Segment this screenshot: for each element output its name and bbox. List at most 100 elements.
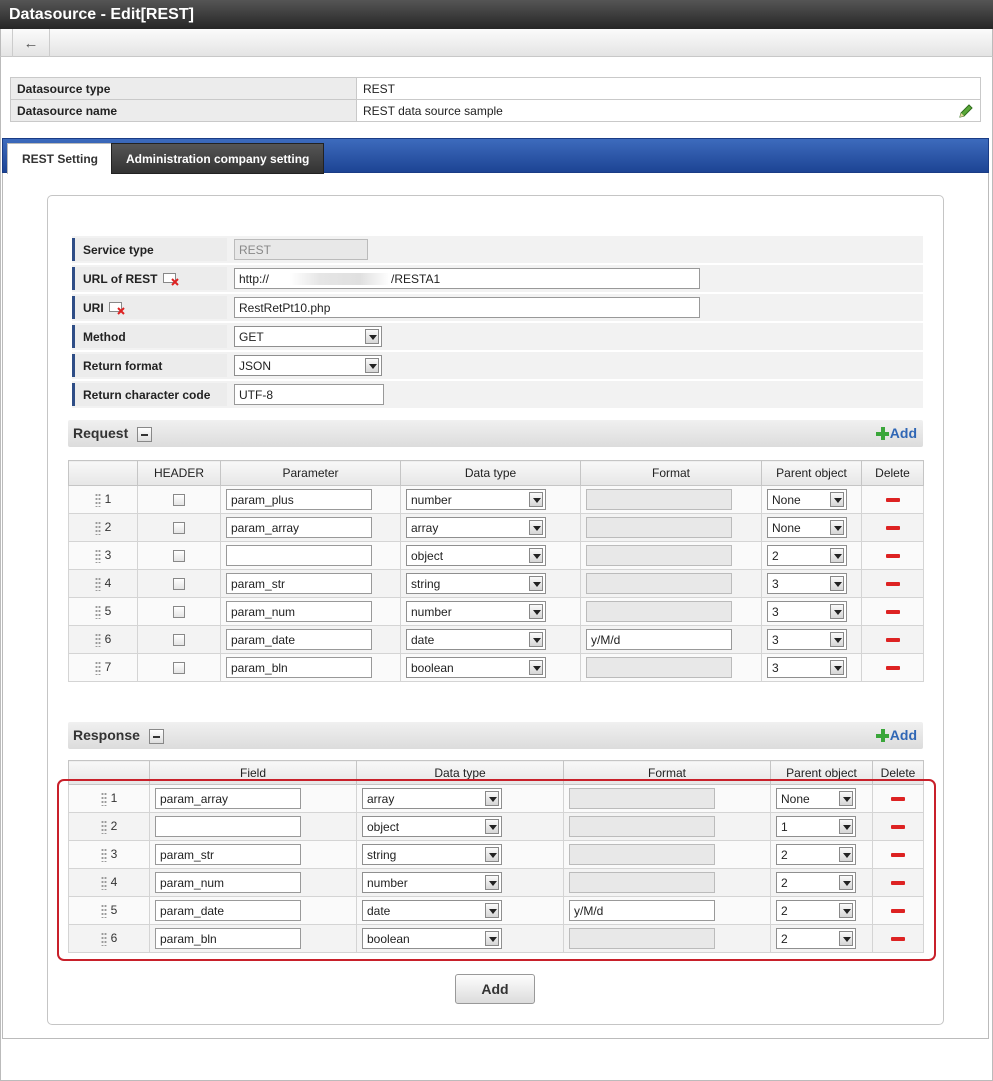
add-button[interactable]: Add (455, 974, 535, 1004)
header-checkbox[interactable] (173, 633, 185, 646)
row-handle[interactable]: 4 (68, 868, 150, 897)
data-type-select[interactable]: array (406, 517, 546, 538)
row-handle[interactable]: 1 (68, 485, 138, 514)
drag-handle-icon[interactable] (100, 847, 107, 862)
uri-input[interactable]: RestRetPt10.php (234, 297, 700, 318)
parameter-input[interactable]: param_array (226, 517, 372, 538)
parent-object-select[interactable]: 3 (767, 573, 847, 594)
format-input[interactable]: y/M/d (569, 900, 715, 921)
parent-object-select[interactable]: 2 (776, 872, 856, 893)
field-input[interactable]: param_str (155, 844, 301, 865)
charset-input[interactable]: UTF-8 (234, 384, 384, 405)
parent-object-select[interactable]: 1 (776, 816, 856, 837)
minus-icon[interactable] (885, 609, 900, 614)
collapse-request-button[interactable] (137, 427, 152, 442)
minus-icon[interactable] (891, 880, 905, 885)
parent-object-select[interactable]: 2 (767, 545, 847, 566)
row-handle[interactable]: 1 (68, 784, 150, 813)
parameter-input[interactable]: param_plus (226, 489, 372, 510)
return-format-select[interactable]: JSON (234, 355, 382, 376)
data-type-select[interactable]: date (406, 629, 546, 650)
data-type-select[interactable]: array (362, 788, 502, 809)
drag-handle-icon[interactable] (94, 576, 101, 591)
parent-object-select[interactable]: 3 (767, 629, 847, 650)
drag-handle-icon[interactable] (100, 903, 107, 918)
format-input[interactable]: y/M/d (586, 629, 732, 650)
parent-object-select[interactable]: None (776, 788, 856, 809)
row-handle[interactable]: 2 (68, 513, 138, 542)
drag-handle-icon[interactable] (100, 875, 107, 890)
minus-icon[interactable] (891, 936, 905, 941)
back-button[interactable]: ← (12, 29, 50, 57)
parent-object-select[interactable]: 2 (776, 900, 856, 921)
url-input[interactable]: http:// /RESTA1 (234, 268, 700, 289)
data-type-select[interactable]: boolean (362, 928, 502, 949)
parameter-input[interactable]: param_bln (226, 657, 372, 678)
parent-object-select[interactable]: 2 (776, 928, 856, 949)
drag-handle-icon[interactable] (94, 660, 101, 675)
data-type-select[interactable]: number (406, 601, 546, 622)
parent-object-select[interactable]: None (767, 489, 847, 510)
minus-icon[interactable] (885, 525, 900, 530)
field-input[interactable]: param_num (155, 872, 301, 893)
parameter-input[interactable] (226, 545, 372, 566)
header-checkbox[interactable] (173, 605, 185, 618)
parent-object-select[interactable]: 3 (767, 601, 847, 622)
drag-handle-icon[interactable] (100, 931, 107, 946)
minus-icon[interactable] (885, 553, 900, 558)
minus-icon[interactable] (891, 908, 905, 913)
row-handle[interactable]: 5 (68, 597, 138, 626)
row-handle[interactable]: 6 (68, 924, 150, 953)
field-input[interactable]: param_array (155, 788, 301, 809)
row-handle[interactable]: 6 (68, 625, 138, 654)
data-type-select[interactable]: string (406, 573, 546, 594)
data-type-select[interactable]: number (362, 872, 502, 893)
drag-handle-icon[interactable] (94, 632, 101, 647)
drag-handle-icon[interactable] (94, 604, 101, 619)
minus-icon[interactable] (891, 824, 905, 829)
data-type-select[interactable]: string (362, 844, 502, 865)
data-type-select[interactable]: boolean (406, 657, 546, 678)
data-type-select[interactable]: date (362, 900, 502, 921)
header-checkbox[interactable] (173, 521, 185, 534)
header-checkbox[interactable] (173, 577, 185, 590)
row-handle[interactable]: 5 (68, 896, 150, 925)
drag-handle-icon[interactable] (94, 520, 101, 535)
parameter-input[interactable]: param_date (226, 629, 372, 650)
pencil-icon[interactable] (958, 103, 974, 119)
data-type-select[interactable]: number (406, 489, 546, 510)
parameter-input[interactable]: param_str (226, 573, 372, 594)
method-select[interactable]: GET (234, 326, 382, 347)
tab-rest-setting[interactable]: REST Setting (7, 143, 114, 174)
collapse-response-button[interactable] (149, 729, 164, 744)
drag-handle-icon[interactable] (100, 819, 107, 834)
row-handle[interactable]: 3 (68, 840, 150, 869)
header-checkbox[interactable] (173, 661, 185, 674)
minus-icon[interactable] (885, 665, 900, 670)
drag-handle-icon[interactable] (94, 548, 101, 563)
row-handle[interactable]: 4 (68, 569, 138, 598)
tab-administration-company-setting[interactable]: Administration company setting (111, 143, 325, 174)
minus-icon[interactable] (885, 637, 900, 642)
minus-icon[interactable] (885, 581, 900, 586)
field-input[interactable]: param_date (155, 900, 301, 921)
field-input[interactable]: param_bln (155, 928, 301, 949)
header-checkbox[interactable] (173, 493, 185, 506)
parent-object-select[interactable]: None (767, 517, 847, 538)
row-handle[interactable]: 3 (68, 541, 138, 570)
drag-handle-icon[interactable] (100, 791, 107, 806)
data-type-select[interactable]: object (362, 816, 502, 837)
drag-handle-icon[interactable] (94, 492, 101, 507)
parent-object-select[interactable]: 2 (776, 844, 856, 865)
parent-object-select[interactable]: 3 (767, 657, 847, 678)
response-add-link[interactable]: Add (875, 727, 917, 743)
row-handle[interactable]: 7 (68, 653, 138, 682)
parameter-input[interactable]: param_num (226, 601, 372, 622)
field-input[interactable] (155, 816, 301, 837)
row-handle[interactable]: 2 (68, 812, 150, 841)
minus-icon[interactable] (891, 852, 905, 857)
header-checkbox[interactable] (173, 549, 185, 562)
minus-icon[interactable] (891, 796, 905, 801)
data-type-select[interactable]: object (406, 545, 546, 566)
minus-icon[interactable] (885, 497, 900, 502)
